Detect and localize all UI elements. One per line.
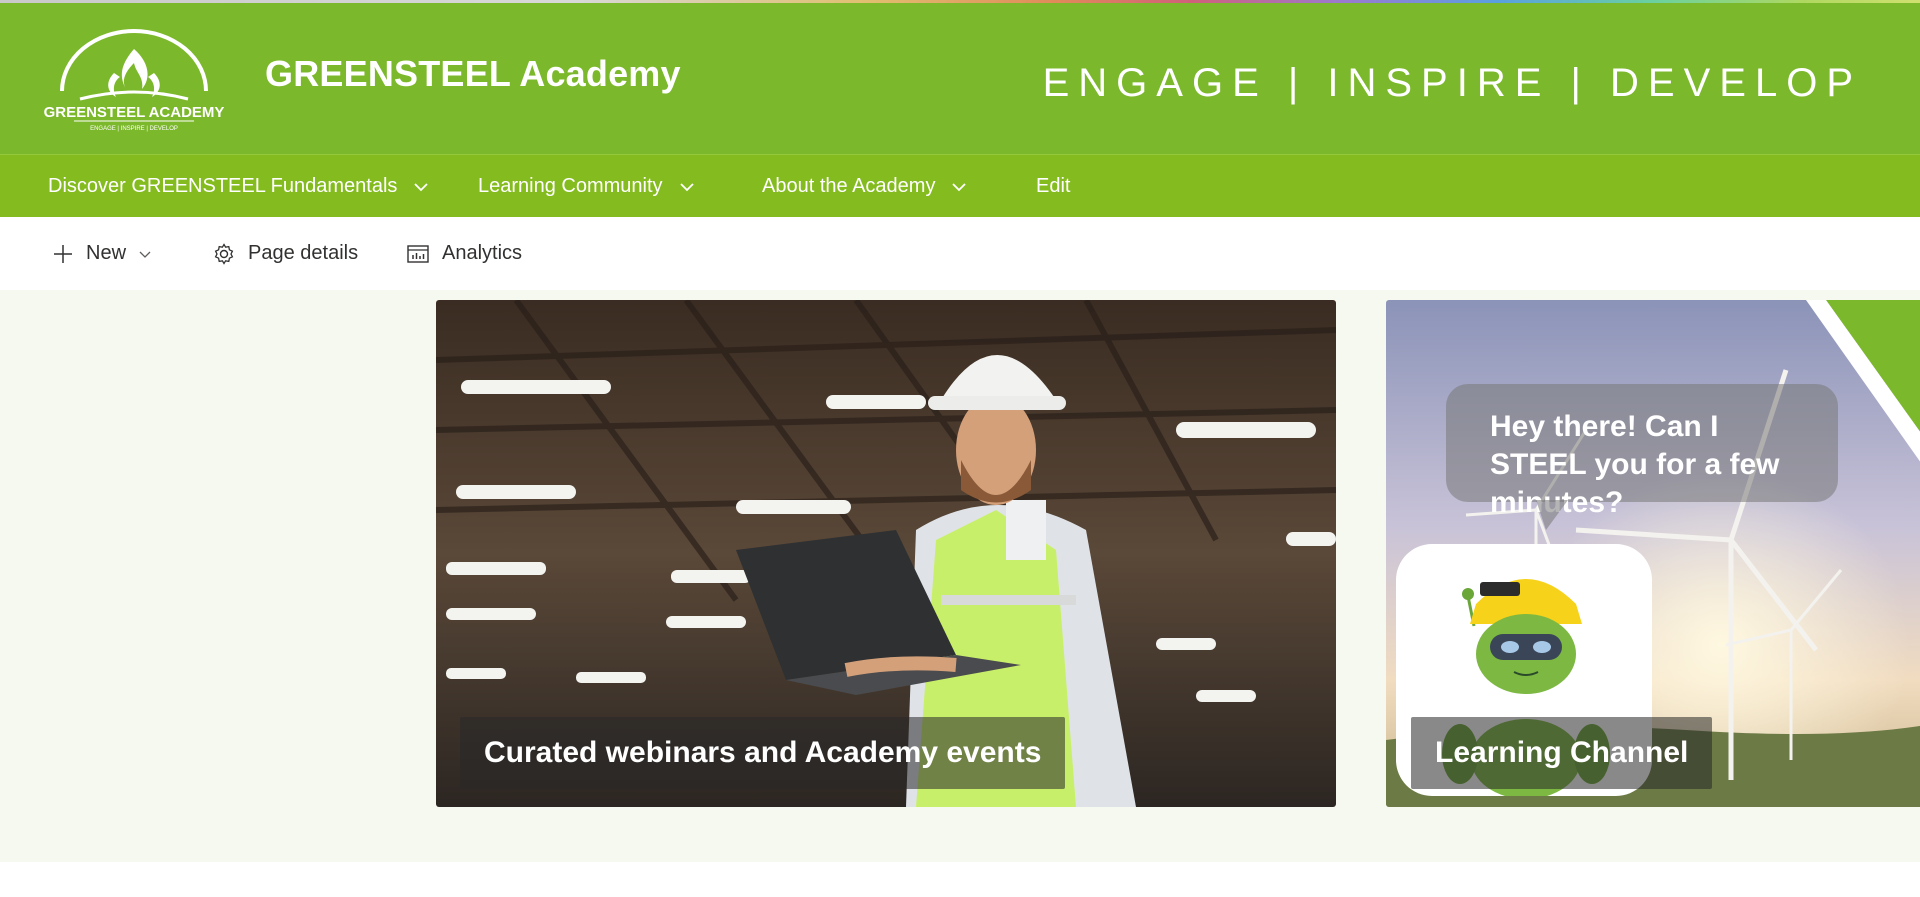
chevron-down-icon (411, 177, 431, 197)
new-button-label: New (86, 242, 127, 264)
site-header: GREENSTEEL ACADEMY ENGAGE | INSPIRE | DE… (0, 3, 1920, 154)
gear-icon (212, 242, 236, 266)
plus-icon (52, 243, 74, 265)
nav-item-learning-community[interactable]: Learning Community (478, 155, 697, 218)
command-bar: New Page details Analytics (0, 217, 1920, 290)
nav-item-label: About the Academy (762, 175, 936, 197)
chevron-down-icon (949, 177, 969, 197)
page-details-button[interactable]: Page details (212, 217, 358, 290)
nav-item-label: Learning Community (478, 175, 663, 197)
logo-text: GREENSTEEL ACADEMY (44, 104, 224, 121)
new-button[interactable]: New (52, 217, 152, 290)
tile-learning-channel[interactable]: Hey there! Can I STEEL you for a few min… (1386, 300, 1920, 807)
tile-caption: Learning Channel (1411, 717, 1713, 789)
nav-item-discover-fundamentals[interactable]: Discover GREENSTEEL Fundamentals (48, 155, 431, 218)
page-details-label: Page details (248, 242, 359, 264)
nav-item-label: Discover GREENSTEEL Fundamentals (48, 175, 398, 197)
nav-item-label: Edit (1036, 175, 1071, 197)
site-title[interactable]: GREENSTEEL Academy (265, 53, 681, 95)
chevron-down-icon (677, 177, 697, 197)
tile-webinars-events[interactable]: Curated webinars and Academy events (436, 300, 1336, 807)
top-navigation: Discover GREENSTEEL Fundamentals Learnin… (0, 154, 1920, 217)
analytics-icon (406, 242, 430, 266)
analytics-button[interactable]: Analytics (406, 217, 522, 290)
tagline: ENGAGE | INSPIRE | DEVELOP (1042, 61, 1862, 105)
tile-caption: Curated webinars and Academy events (460, 717, 1066, 789)
page-content: Curated webinars and Academy events Hey … (0, 290, 1920, 862)
nav-item-about-academy[interactable]: About the Academy (762, 155, 969, 218)
speech-bubble: Hey there! Can I STEEL you for a few min… (1446, 384, 1838, 530)
analytics-label: Analytics (442, 242, 523, 264)
chevron-down-icon (138, 247, 152, 261)
greensteel-logo[interactable]: GREENSTEEL ACADEMY ENGAGE | INSPIRE | DE… (44, 29, 224, 133)
nav-item-edit[interactable]: Edit (1036, 155, 1070, 218)
logo-subtext: ENGAGE | INSPIRE | DEVELOP (90, 126, 178, 132)
